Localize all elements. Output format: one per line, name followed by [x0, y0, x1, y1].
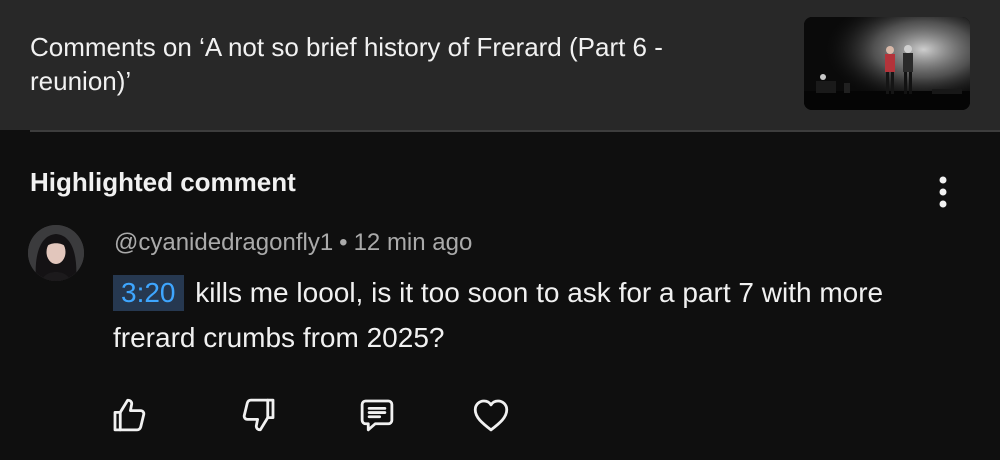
comments-header: Comments on ‘A not so brief history of F…	[0, 0, 1000, 130]
comments-title: Comments on ‘A not so brief history of F…	[30, 32, 663, 96]
heart-icon[interactable]	[470, 394, 512, 436]
thumb-down-icon[interactable]	[238, 394, 280, 436]
comment-meta: @cyanidedragonfly1 • 12 min ago	[114, 229, 472, 257]
avatar[interactable]	[28, 225, 84, 281]
header-divider	[30, 130, 1000, 132]
comment-author[interactable]: @cyanidedragonfly1	[114, 229, 333, 256]
video-thumbnail[interactable]	[804, 17, 970, 110]
meta-separator: •	[339, 229, 348, 256]
reply-comment-icon[interactable]	[356, 394, 398, 436]
comment-body: 3:20 kills me loool, is it too soon to a…	[113, 270, 933, 360]
comment-text: kills me loool, is it too soon to ask fo…	[113, 277, 884, 353]
highlighted-comment-heading: Highlighted comment	[30, 167, 296, 197]
more-vert-icon[interactable]	[928, 172, 958, 212]
comment-time: 12 min ago	[353, 229, 473, 256]
comments-panel: Comments on ‘A not so brief history of F…	[0, 0, 1000, 460]
thumb-up-icon[interactable]	[108, 394, 150, 436]
timestamp-link[interactable]: 3:20	[113, 275, 184, 311]
